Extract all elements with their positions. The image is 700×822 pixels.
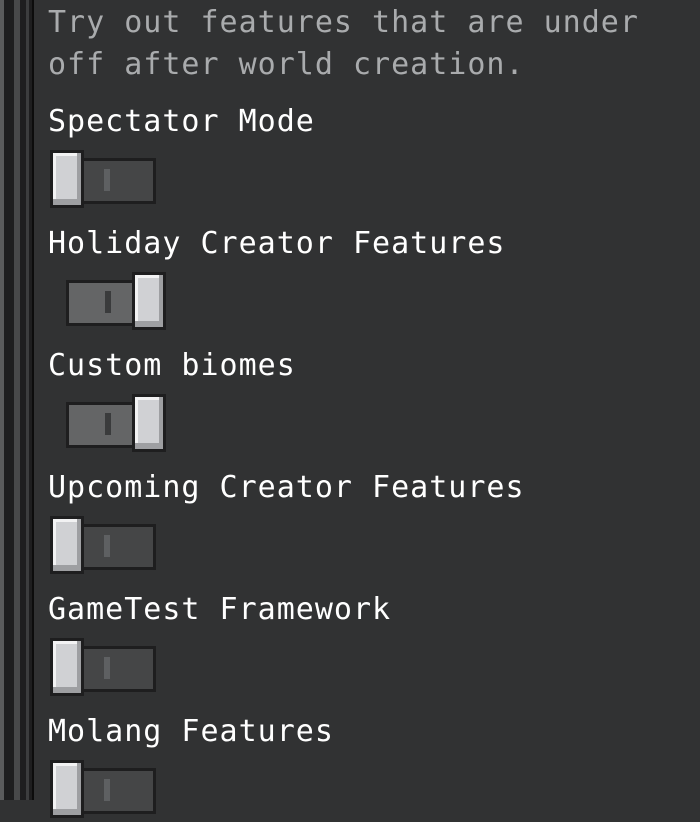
custom-biomes-toggle[interactable] xyxy=(50,394,166,456)
description-line: Try out features that are under xyxy=(48,5,639,40)
molang-features-toggle[interactable] xyxy=(50,760,166,822)
molang-features-label: Molang Features xyxy=(48,714,334,749)
upcoming-creator-features-toggle[interactable] xyxy=(50,516,166,578)
gametest-framework-toggle[interactable] xyxy=(50,638,166,700)
border-stripe xyxy=(14,0,20,800)
description-line: off after world creation. xyxy=(48,47,525,82)
upcoming-creator-features-label: Upcoming Creator Features xyxy=(48,470,525,505)
toggle-knob[interactable] xyxy=(50,760,84,818)
toggle-knob[interactable] xyxy=(132,394,166,452)
toggle-indicator xyxy=(104,657,110,679)
toggle-indicator xyxy=(104,535,110,557)
spectator-mode-label: Spectator Mode xyxy=(48,104,315,139)
left-panel-border xyxy=(0,0,34,800)
experiments-description: Try out features that are under off afte… xyxy=(48,2,639,86)
spectator-mode-toggle[interactable] xyxy=(50,150,166,212)
gametest-framework-label: GameTest Framework xyxy=(48,592,392,627)
toggle-knob[interactable] xyxy=(50,516,84,574)
custom-biomes-label: Custom biomes xyxy=(48,348,296,383)
toggle-indicator xyxy=(104,779,110,801)
border-stripe xyxy=(26,0,29,800)
toggle-indicator xyxy=(104,169,110,191)
toggle-indicator xyxy=(105,291,111,313)
border-stripe xyxy=(32,0,34,800)
holiday-creator-features-toggle[interactable] xyxy=(50,272,166,334)
experiments-settings-panel: Try out features that are under off afte… xyxy=(48,0,700,818)
toggle-knob[interactable] xyxy=(50,150,84,208)
toggle-indicator xyxy=(105,413,111,435)
border-stripe xyxy=(0,0,4,800)
toggle-knob[interactable] xyxy=(50,638,84,696)
toggle-knob[interactable] xyxy=(132,272,166,330)
holiday-creator-features-label: Holiday Creator Features xyxy=(48,226,506,261)
